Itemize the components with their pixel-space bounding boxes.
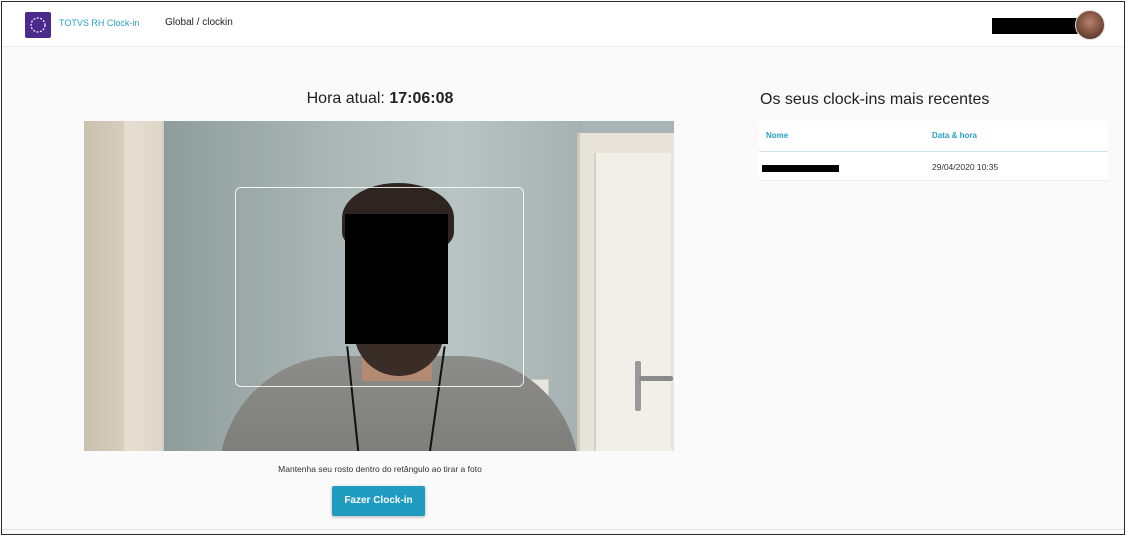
clock-in-button[interactable]: Fazer Clock-in [332, 486, 425, 516]
current-time-value: 17:06:08 [389, 90, 454, 107]
table-row: 29/04/2020 10:35 [759, 152, 1108, 181]
camera-wall-highlight [124, 121, 164, 451]
camera-preview [84, 121, 674, 451]
camera-door-handle [639, 376, 673, 381]
app-window: TOTVS RH Clock-in Global / clockin Hora … [1, 1, 1125, 535]
recent-clockins-table: Nome Data & hora 29/04/2020 10:35 [759, 121, 1108, 181]
column-header-datetime[interactable]: Data & hora [932, 131, 977, 140]
camera-door-panel [594, 153, 671, 451]
table-header: Nome Data & hora [759, 121, 1108, 152]
logo-icon [30, 17, 46, 33]
current-time-label: Hora atual: [306, 90, 385, 107]
user-avatar[interactable] [1075, 10, 1105, 40]
app-name-link[interactable]: TOTVS RH Clock-in [59, 18, 139, 28]
face-guide-rectangle [235, 187, 524, 387]
recent-clockins-title: Os seus clock-ins mais recentes [760, 91, 990, 108]
column-header-name[interactable]: Nome [766, 131, 788, 140]
top-bar: TOTVS RH Clock-in Global / clockin [2, 2, 1124, 47]
breadcrumb: Global / clockin [165, 17, 233, 28]
camera-door-plate [635, 361, 641, 411]
app-logo[interactable] [25, 12, 51, 38]
current-time: Hora atual: 17:06:08 [2, 90, 758, 108]
row-name-redacted [762, 165, 839, 172]
row-datetime: 29/04/2020 10:35 [932, 162, 999, 172]
camera-door [577, 133, 674, 451]
camera-hint: Mantenha seu rosto dentro do retângulo a… [278, 464, 482, 474]
footer-divider [2, 529, 1124, 530]
